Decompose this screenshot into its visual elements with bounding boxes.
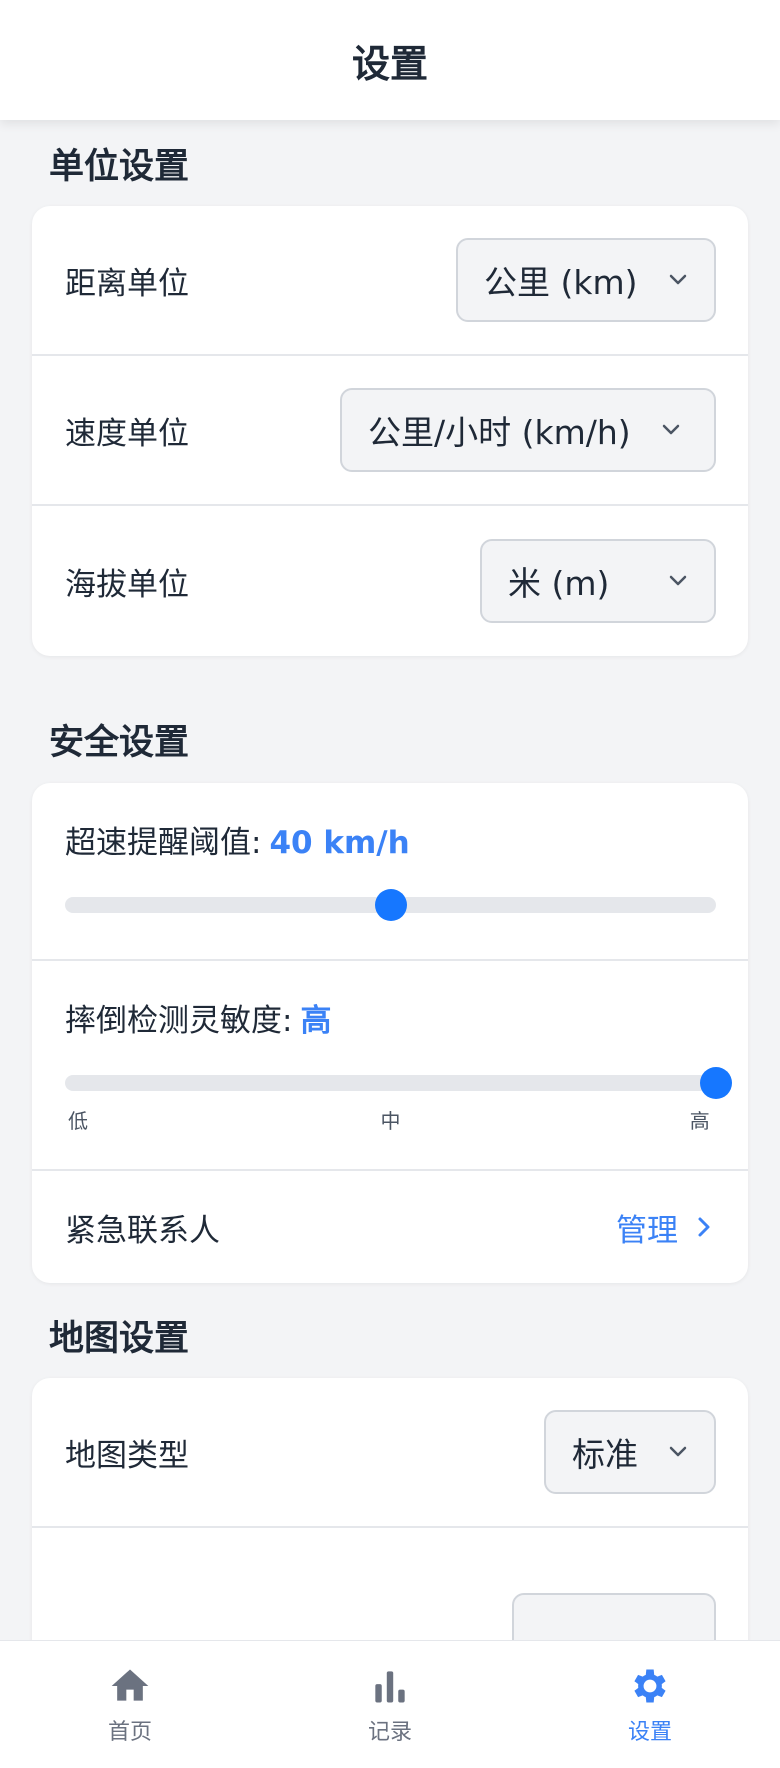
manage-contacts-link[interactable]: 管理 (616, 1205, 716, 1250)
nav-home-label: 首页 (107, 1719, 152, 1745)
map-card: 地图类型 标准 (32, 1378, 748, 1640)
speed-unit-select[interactable]: 公里/小时 (km/h) (340, 388, 716, 472)
distance-unit-value: 公里 (km) (484, 263, 638, 302)
page-title: 设置 (351, 41, 428, 86)
bar-chart-icon (375, 1670, 405, 1702)
speed-alert-label: 超速提醒阈值: (65, 825, 262, 861)
speed-alert-slider[interactable] (65, 889, 716, 921)
nav-settings-label: 设置 (627, 1719, 672, 1745)
chevron-down-icon (669, 1446, 687, 1457)
tick-high: 高 (689, 1109, 710, 1133)
nav-home[interactable]: 首页 (0, 1641, 260, 1768)
gear-icon (634, 1669, 666, 1702)
fall-detection-label-line: 摔倒检测灵敏度: 高 (65, 995, 716, 1040)
fall-detection-label: 摔倒检测灵敏度: (65, 1003, 293, 1039)
fall-detection-slider-thumb[interactable] (700, 1067, 732, 1099)
units-card: 距离单位 公里 (km) 速度单位 公里/小时 (km/h) 海拔单位 米 (m… (32, 206, 748, 656)
fall-detection-row: 摔倒检测灵敏度: 高 低 中 高 (32, 961, 748, 1171)
nav-settings[interactable]: 设置 (520, 1641, 780, 1768)
section-title-units: 单位设置 (49, 147, 190, 187)
fall-detection-value: 高 (300, 1003, 332, 1039)
map-type-label: 地图类型 (65, 1437, 189, 1474)
chevron-right-icon (698, 1217, 710, 1237)
altitude-unit-label: 海拔单位 (65, 566, 189, 603)
home-icon (111, 1669, 149, 1701)
safety-card: 超速提醒阈值: 40 km/h 摔倒检测灵敏度: 高 低 中 高 紧急联系人 管… (32, 783, 748, 1283)
manage-contacts-label: 管理 (616, 1212, 678, 1249)
map-type-select[interactable]: 标准 (544, 1410, 716, 1494)
map-next-select[interactable] (512, 1593, 716, 1640)
emergency-contacts-row[interactable]: 紧急联系人 管理 (32, 1171, 748, 1283)
distance-unit-label: 距离单位 (65, 265, 189, 302)
chevron-down-icon (669, 575, 687, 586)
altitude-unit-select[interactable]: 米 (m) (480, 539, 716, 623)
section-title-safety: 安全设置 (49, 723, 190, 763)
altitude-unit-row: 海拔单位 米 (m) (32, 506, 748, 656)
fall-detection-slider[interactable] (65, 1067, 732, 1099)
tick-medium: 中 (380, 1109, 401, 1133)
speed-alert-row: 超速提醒阈值: 40 km/h (32, 783, 748, 961)
speed-unit-row: 速度单位 公里/小时 (km/h) (32, 356, 748, 506)
settings-content[interactable]: 单位设置 距离单位 公里 (km) 速度单位 公里/小时 (km/h) 海拔单位… (0, 120, 780, 1640)
speed-alert-slider-thumb[interactable] (374, 889, 407, 921)
nav-records-label: 记录 (367, 1719, 412, 1745)
nav-records[interactable]: 记录 (260, 1641, 520, 1768)
section-title-map: 地图设置 (49, 1319, 190, 1359)
chevron-down-icon (669, 274, 686, 285)
map-type-value: 标准 (572, 1435, 638, 1474)
map-type-row: 地图类型 标准 (32, 1378, 748, 1528)
emergency-contacts-label: 紧急联系人 (65, 1212, 220, 1249)
speed-unit-label: 速度单位 (65, 415, 189, 452)
tick-low: 低 (68, 1109, 89, 1133)
top-app-bar: 设置 (0, 0, 780, 120)
map-next-row (32, 1528, 748, 1640)
speed-alert-value: 40 km/h (269, 825, 410, 861)
chevron-down-icon (662, 424, 679, 435)
distance-unit-select[interactable]: 公里 (km) (456, 238, 716, 322)
distance-unit-row: 距离单位 公里 (km) (32, 206, 748, 356)
altitude-unit-value: 米 (m) (508, 564, 610, 603)
bottom-nav: 首页 记录 设置 (0, 1640, 780, 1768)
speed-alert-label-line: 超速提醒阈值: 40 km/h (65, 817, 716, 862)
speed-unit-value: 公里/小时 (km/h) (368, 413, 631, 452)
